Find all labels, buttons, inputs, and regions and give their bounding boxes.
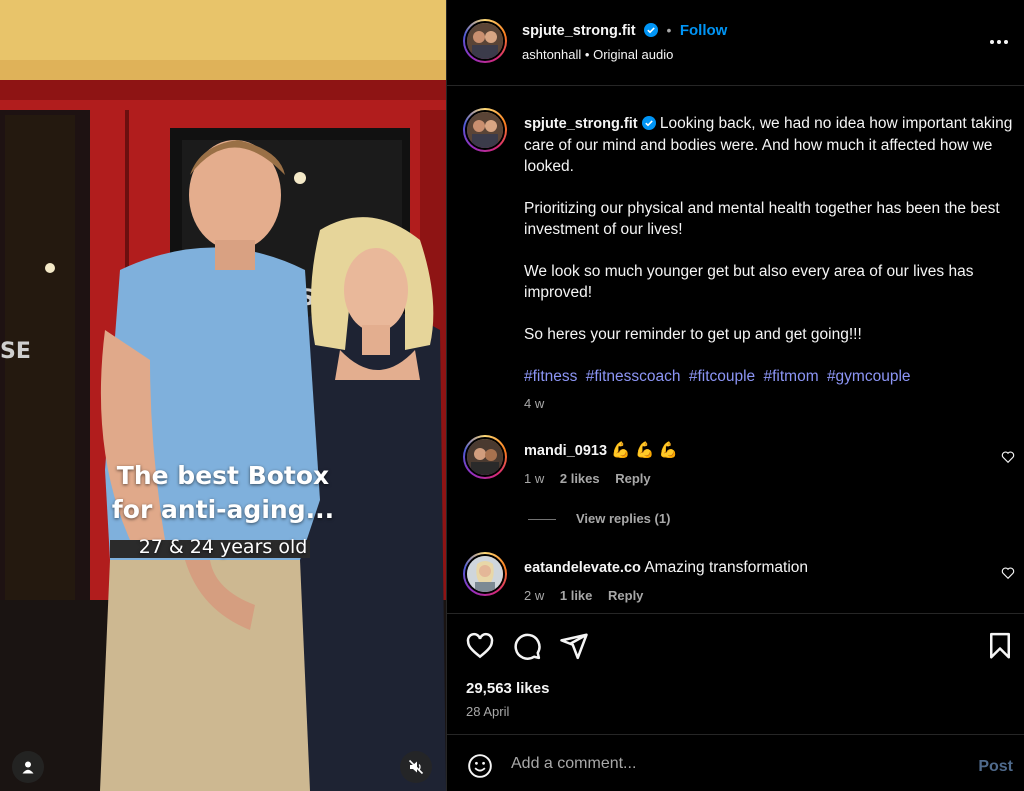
post-date[interactable]: 28 April bbox=[466, 704, 509, 719]
comment-icon[interactable] bbox=[512, 631, 542, 661]
replies-divider bbox=[528, 519, 556, 520]
comment-2-reply-button[interactable]: Reply bbox=[608, 588, 643, 603]
comment-composer: Post bbox=[447, 736, 1024, 791]
post-actions: 29,563 likes 28 April bbox=[447, 615, 1024, 735]
user-icon bbox=[22, 761, 34, 774]
comment-2-likes[interactable]: 1 like bbox=[560, 588, 593, 603]
heart-icon[interactable] bbox=[465, 631, 495, 661]
comment-2-text: Amazing transformation bbox=[644, 559, 809, 576]
post-comment-button[interactable]: Post bbox=[978, 758, 1013, 776]
comment-1-likes[interactable]: 2 likes bbox=[560, 471, 600, 486]
caption-username[interactable]: spjute_strong.fit bbox=[524, 116, 638, 132]
comment-1-reply-button[interactable]: Reply bbox=[615, 471, 650, 486]
hashtag-link[interactable]: #fitness bbox=[524, 368, 577, 385]
caption-paragraph-2: Prioritizing our physical and mental hea… bbox=[524, 200, 1000, 238]
comment-1-body: mandi_0913 💪 💪 💪 bbox=[524, 440, 678, 462]
header-username[interactable]: spjute_strong.fit bbox=[522, 23, 636, 39]
verified-badge-icon bbox=[641, 116, 656, 130]
emoji-icon[interactable] bbox=[467, 753, 493, 779]
overlay-title-line1: The best Botox bbox=[116, 461, 330, 490]
overlay-subtitle: 27 & 24 years old bbox=[138, 536, 308, 558]
header-separator: • bbox=[666, 22, 672, 38]
hashtag-link[interactable]: #gymcouple bbox=[827, 368, 911, 385]
comment-1-username[interactable]: mandi_0913 bbox=[524, 443, 607, 459]
comment-avatar[interactable] bbox=[463, 552, 507, 596]
caption-paragraph-4: So heres your reminder to get up and get… bbox=[524, 326, 862, 343]
comment-1-meta: 1 w 2 likes Reply bbox=[524, 471, 663, 486]
hashtag-link[interactable]: #fitnesscoach bbox=[586, 368, 681, 385]
comment-2-username[interactable]: eatandelevate.co bbox=[524, 560, 641, 576]
comments-scroll-area[interactable]: spjute_strong.fit Looking back, we had n… bbox=[447, 87, 1024, 614]
post-caption: spjute_strong.fit Looking back, we had n… bbox=[524, 113, 1014, 414]
more-options-icon[interactable] bbox=[989, 34, 1009, 50]
follow-button[interactable]: Follow bbox=[680, 22, 728, 39]
overlay-title-line2: for anti-aging... bbox=[111, 495, 335, 524]
avatar-image bbox=[467, 439, 503, 475]
muted-speaker-icon bbox=[408, 759, 424, 775]
comment-avatar[interactable] bbox=[463, 435, 507, 479]
sign-text-left: SE bbox=[0, 339, 31, 364]
hashtag-link[interactable]: #fitmom bbox=[764, 368, 819, 385]
comment-1-text: 💪 💪 💪 bbox=[611, 442, 678, 459]
audio-separator: • bbox=[584, 47, 590, 62]
comment-1-like-icon[interactable] bbox=[1001, 450, 1015, 464]
avatar-image bbox=[467, 112, 503, 148]
comment-1-age[interactable]: 1 w bbox=[524, 471, 544, 486]
like-count[interactable]: 29,563 likes bbox=[466, 680, 549, 697]
bookmark-icon[interactable] bbox=[985, 631, 1015, 661]
audio-user[interactable]: ashtonhall bbox=[522, 47, 581, 62]
comment-input[interactable] bbox=[511, 752, 931, 776]
verified-badge-icon bbox=[644, 23, 659, 37]
hashtag-link[interactable]: #fitcouple bbox=[689, 368, 755, 385]
mute-button[interactable] bbox=[400, 751, 432, 783]
post-media[interactable]: H'S SE The best Botox for anti-aging... … bbox=[0, 0, 446, 791]
post-details-panel: spjute_strong.fit • Follow ashtonhall • … bbox=[446, 0, 1024, 791]
comment-2-like-icon[interactable] bbox=[1001, 566, 1015, 580]
share-icon[interactable] bbox=[559, 631, 589, 661]
caption-paragraph-3: We look so much younger get but also eve… bbox=[524, 263, 974, 301]
tagged-users-button[interactable] bbox=[12, 751, 44, 783]
post-header: spjute_strong.fit • Follow ashtonhall • … bbox=[447, 0, 1024, 86]
view-replies-button[interactable]: View replies (1) bbox=[576, 511, 670, 526]
hashtag-list: #fitness #fitnesscoach #fitcouple #fitmo… bbox=[524, 366, 1014, 387]
audio-label[interactable]: Original audio bbox=[593, 47, 673, 62]
author-avatar[interactable] bbox=[463, 19, 507, 63]
caption-age[interactable]: 4 w bbox=[524, 393, 1014, 414]
audio-row: ashtonhall • Original audio bbox=[522, 47, 673, 62]
post-photo: H'S SE bbox=[0, 0, 446, 791]
comment-2-body: eatandelevate.co Amazing transformation bbox=[524, 557, 808, 579]
comment-2-meta: 2 w 1 like Reply bbox=[524, 588, 655, 603]
avatar-image bbox=[467, 556, 503, 592]
comment-2-age[interactable]: 2 w bbox=[524, 588, 544, 603]
header-title-row: spjute_strong.fit • Follow bbox=[522, 22, 727, 40]
avatar-image bbox=[467, 23, 503, 59]
caption-author-avatar[interactable] bbox=[463, 108, 507, 152]
